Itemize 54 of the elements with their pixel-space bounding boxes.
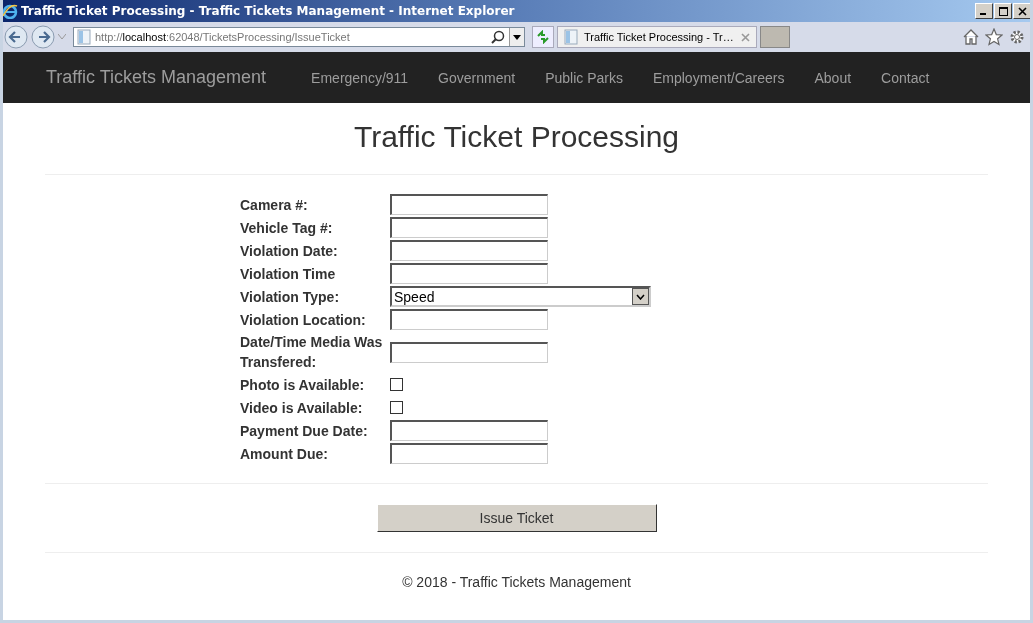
field-label: Date/Time Media Was Transfered: bbox=[240, 333, 384, 372]
page-icon bbox=[564, 29, 578, 45]
input-field[interactable] bbox=[390, 263, 548, 284]
field-label: Violation Location: bbox=[240, 310, 367, 330]
input-field[interactable] bbox=[390, 443, 548, 464]
footer-text: © 2018 - Traffic Tickets Management bbox=[401, 574, 632, 590]
close-icon bbox=[1017, 6, 1027, 16]
nav-link[interactable]: Employment/Careers bbox=[637, 69, 800, 86]
nav-link[interactable]: Public Parks bbox=[530, 69, 638, 86]
field-label: Violation Type: bbox=[240, 287, 341, 307]
star-icon[interactable] bbox=[985, 28, 1003, 46]
close-button[interactable] bbox=[1013, 3, 1030, 19]
search-icon[interactable] bbox=[491, 30, 505, 44]
input-field[interactable] bbox=[390, 217, 548, 238]
address-dropdown-button[interactable] bbox=[509, 28, 524, 46]
address-field[interactable]: http://localhost:62048/TicketsProcessing/IssueTicket bbox=[73, 27, 525, 47]
input-field[interactable] bbox=[390, 194, 548, 215]
forward-button[interactable] bbox=[31, 25, 55, 49]
input-field[interactable] bbox=[390, 309, 548, 330]
page-heading: Traffic Ticket Processing bbox=[352, 120, 681, 154]
refresh-icon bbox=[536, 30, 550, 44]
brand-link[interactable]: Traffic Tickets Management bbox=[46, 67, 282, 88]
nav-link[interactable]: Contact bbox=[866, 69, 945, 86]
refresh-button[interactable] bbox=[532, 26, 554, 48]
field-label: Payment Due Date: bbox=[240, 421, 369, 441]
field-label: Violation Time bbox=[240, 264, 337, 284]
violation-type-dropdown[interactable]: Speed bbox=[390, 286, 651, 307]
input-field[interactable] bbox=[390, 341, 548, 363]
input-field[interactable] bbox=[390, 420, 548, 441]
field-label: Camera #: bbox=[240, 195, 309, 215]
page-icon bbox=[77, 29, 91, 45]
nav-link[interactable]: Emergency/911 bbox=[296, 69, 424, 86]
minimize-button[interactable] bbox=[975, 3, 993, 19]
caret-icon bbox=[636, 293, 645, 300]
browser-tab[interactable]: Traffic Ticket Processing - Tr… bbox=[557, 26, 757, 48]
browser-logo-icon bbox=[3, 3, 18, 19]
settings-icon[interactable] bbox=[1009, 29, 1025, 45]
field-label: Vehicle Tag #: bbox=[240, 218, 334, 238]
window-title: Traffic Ticket Processing - Traffic Tickets Management - Internet Explorer bbox=[21, 4, 515, 18]
nav-link[interactable]: About bbox=[799, 69, 867, 86]
field-label: Amount Due: bbox=[240, 444, 329, 464]
maximize-button[interactable] bbox=[994, 3, 1012, 19]
checkbox[interactable] bbox=[390, 401, 403, 414]
field-label: Video is Available: bbox=[240, 398, 364, 418]
caret-icon bbox=[513, 34, 521, 40]
back-button[interactable] bbox=[4, 25, 28, 49]
input-field[interactable] bbox=[390, 240, 548, 261]
checkbox[interactable] bbox=[390, 378, 403, 391]
nav-link[interactable]: Government bbox=[423, 69, 531, 86]
maximize-icon bbox=[998, 6, 1008, 16]
field-label: Photo is Available: bbox=[240, 375, 366, 395]
issue-ticket-button[interactable]: Issue Ticket bbox=[376, 504, 657, 532]
home-icon[interactable] bbox=[963, 29, 979, 45]
field-label: Violation Date: bbox=[240, 241, 339, 261]
